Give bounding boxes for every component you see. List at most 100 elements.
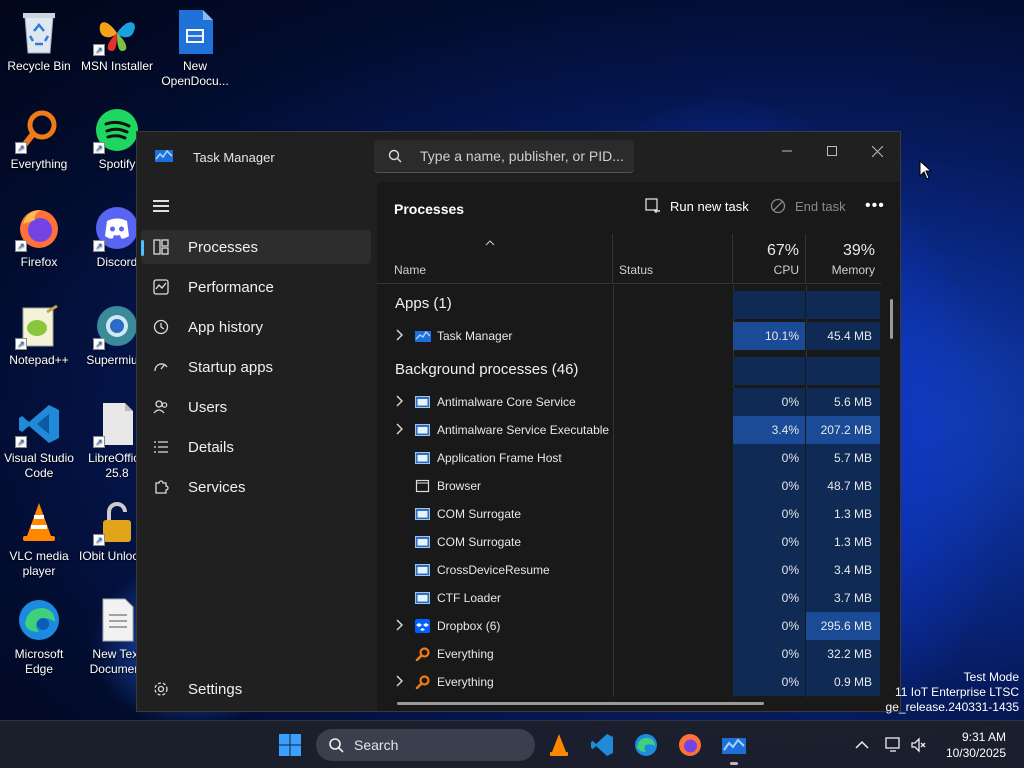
show-hidden-icons-button[interactable] <box>848 731 876 759</box>
process-row[interactable]: Browser 0% 48.7 MB <box>377 472 880 500</box>
process-name: Everything <box>437 647 494 661</box>
close-button[interactable] <box>854 137 900 165</box>
shortcut-arrow-icon: ↗ <box>93 44 105 56</box>
hamburger-menu-icon[interactable] <box>153 200 169 212</box>
taskbar-task-manager[interactable] <box>720 731 748 765</box>
heat-spacer <box>733 357 805 385</box>
process-row[interactable]: Antimalware Service Executable 3.4% 207.2 … <box>377 416 880 444</box>
process-row[interactable]: COM Surrogate 0% 1.3 MB <box>377 528 880 556</box>
process-list: Apps (1) Background processes (46) Task … <box>377 285 880 697</box>
taskbar-search-box[interactable]: Search <box>316 729 535 761</box>
search-input[interactable] <box>420 148 630 164</box>
column-header-memory[interactable]: 39% Memory <box>806 234 881 284</box>
processes-pane: Processes Run new task End task ••• Name… <box>377 182 900 711</box>
taskbar-firefox[interactable] <box>676 731 704 759</box>
nav-item-users[interactable]: Users <box>141 390 371 424</box>
chevron-right-icon[interactable] <box>395 423 405 435</box>
end-task-icon <box>770 198 786 214</box>
run-new-task-button[interactable]: Run new task <box>645 198 749 214</box>
desktop-icon-notepadpp[interactable]: ↗ Notepad++ <box>0 302 78 368</box>
desktop-icon-everything[interactable]: ↗ Everything <box>0 106 78 172</box>
volume-tray-icon[interactable] <box>905 731 933 759</box>
nav-item-processes[interactable]: Processes <box>141 230 371 264</box>
nav-label: Processes <box>188 238 259 256</box>
firefox-icon <box>679 734 701 756</box>
process-row[interactable]: Everything 0% 32.2 MB <box>377 640 880 668</box>
nav-label: Performance <box>188 278 274 296</box>
process-row[interactable]: Antimalware Core Service 0% 5.6 MB <box>377 388 880 416</box>
process-row[interactable]: Everything 0% 0.9 MB <box>377 668 880 696</box>
taskbar-vlc[interactable] <box>545 731 573 759</box>
process-row[interactable]: CTF Loader 0% 3.7 MB <box>377 584 880 612</box>
desktop-icon-msn-installer[interactable]: ↗ MSN Installer <box>78 8 156 74</box>
process-name: Application Frame Host <box>437 451 562 465</box>
desktop-icon-firefox[interactable]: ↗ Firefox <box>0 204 78 270</box>
process-cpu: 3.4% <box>733 416 805 444</box>
nav-item-app-history[interactable]: App history <box>141 310 371 344</box>
history-clock-icon <box>152 318 170 336</box>
column-header-name[interactable]: Name <box>377 234 613 284</box>
chevron-right-icon[interactable] <box>395 675 405 687</box>
process-row[interactable]: CrossDeviceResume 0% 3.4 MB <box>377 556 880 584</box>
unlocker-icon: ↗ <box>93 498 141 546</box>
minimize-button[interactable] <box>764 137 810 165</box>
process-name: Browser <box>437 479 482 493</box>
horizontal-scrollbar[interactable] <box>397 702 764 705</box>
column-header-cpu[interactable]: 67% CPU <box>733 234 806 284</box>
desktop-icon-new-opendocument[interactable]: New OpenDocu... <box>156 8 234 89</box>
group-header-background: Background processes (46) <box>395 361 579 378</box>
libreoffice-icon: ↗ <box>93 400 141 448</box>
desktop-icon-recycle-bin[interactable]: Recycle Bin <box>0 8 78 74</box>
network-icon <box>885 737 900 752</box>
desktop-icon-label: Everything <box>10 157 68 171</box>
desktop-icon-edge[interactable]: Microsoft Edge <box>0 596 78 677</box>
process-memory: 45.4 MB <box>806 322 880 350</box>
desktop-icon-vscode[interactable]: ↗ Visual Studio Code <box>0 400 78 481</box>
app-window-icon <box>415 424 430 436</box>
taskbar-vscode[interactable] <box>588 731 616 759</box>
more-options-button[interactable]: ••• <box>865 197 885 215</box>
vertical-scrollbar[interactable] <box>890 299 893 339</box>
column-header-status[interactable]: Status <box>613 234 733 284</box>
process-name: COM Surrogate <box>437 507 522 521</box>
title-bar[interactable]: Task Manager <box>137 132 900 182</box>
shortcut-arrow-icon: ↗ <box>15 240 27 252</box>
desktop-icon-vlc[interactable]: VLC media player <box>0 498 78 579</box>
process-row[interactable]: Dropbox (6) 0% 295.6 MB <box>377 612 880 640</box>
task-manager-logo-icon <box>155 149 173 162</box>
sort-ascending-icon <box>485 240 495 246</box>
maximize-button[interactable] <box>809 137 855 165</box>
chevron-right-icon[interactable] <box>395 395 405 407</box>
window-title: Task Manager <box>193 150 275 165</box>
end-task-button[interactable]: End task <box>770 198 846 214</box>
system-clock[interactable]: 9:31 AM 10/30/2025 <box>946 729 1006 761</box>
process-name: Everything <box>437 675 494 689</box>
network-tray-icon[interactable] <box>880 731 908 759</box>
vscode-icon <box>591 734 613 756</box>
process-cpu: 0% <box>733 388 805 416</box>
run-task-icon <box>645 198 660 213</box>
process-row[interactable]: COM Surrogate 0% 1.3 MB <box>377 500 880 528</box>
taskbar-search-label: Search <box>354 737 399 753</box>
window-frame-icon <box>415 479 430 493</box>
desktop-icon-label: Visual Studio Code <box>4 451 74 480</box>
nav-label: Settings <box>188 680 243 698</box>
taskbar-edge[interactable] <box>632 731 660 759</box>
clock-time: 9:31 AM <box>961 730 1006 744</box>
chevron-right-icon[interactable] <box>395 329 405 341</box>
process-search-box[interactable] <box>374 140 634 173</box>
chevron-right-icon[interactable] <box>395 619 405 631</box>
process-row[interactable]: Task Manager 10.1% 45.4 MB <box>377 322 880 350</box>
nav-item-services[interactable]: Services <box>141 470 371 504</box>
process-row[interactable]: Application Frame Host 0% 5.7 MB <box>377 444 880 472</box>
nav-item-details[interactable]: Details <box>141 430 371 464</box>
process-cpu: 0% <box>733 500 805 528</box>
group-header-apps: Apps (1) <box>395 295 452 312</box>
firefox-icon: ↗ <box>15 204 63 252</box>
nav-item-startup-apps[interactable]: Startup apps <box>141 350 371 384</box>
vscode-icon: ↗ <box>15 400 63 448</box>
nav-item-performance[interactable]: Performance <box>141 270 371 304</box>
start-button[interactable] <box>276 731 304 759</box>
process-memory: 295.6 MB <box>806 612 880 640</box>
nav-item-settings[interactable]: Settings <box>141 672 371 706</box>
